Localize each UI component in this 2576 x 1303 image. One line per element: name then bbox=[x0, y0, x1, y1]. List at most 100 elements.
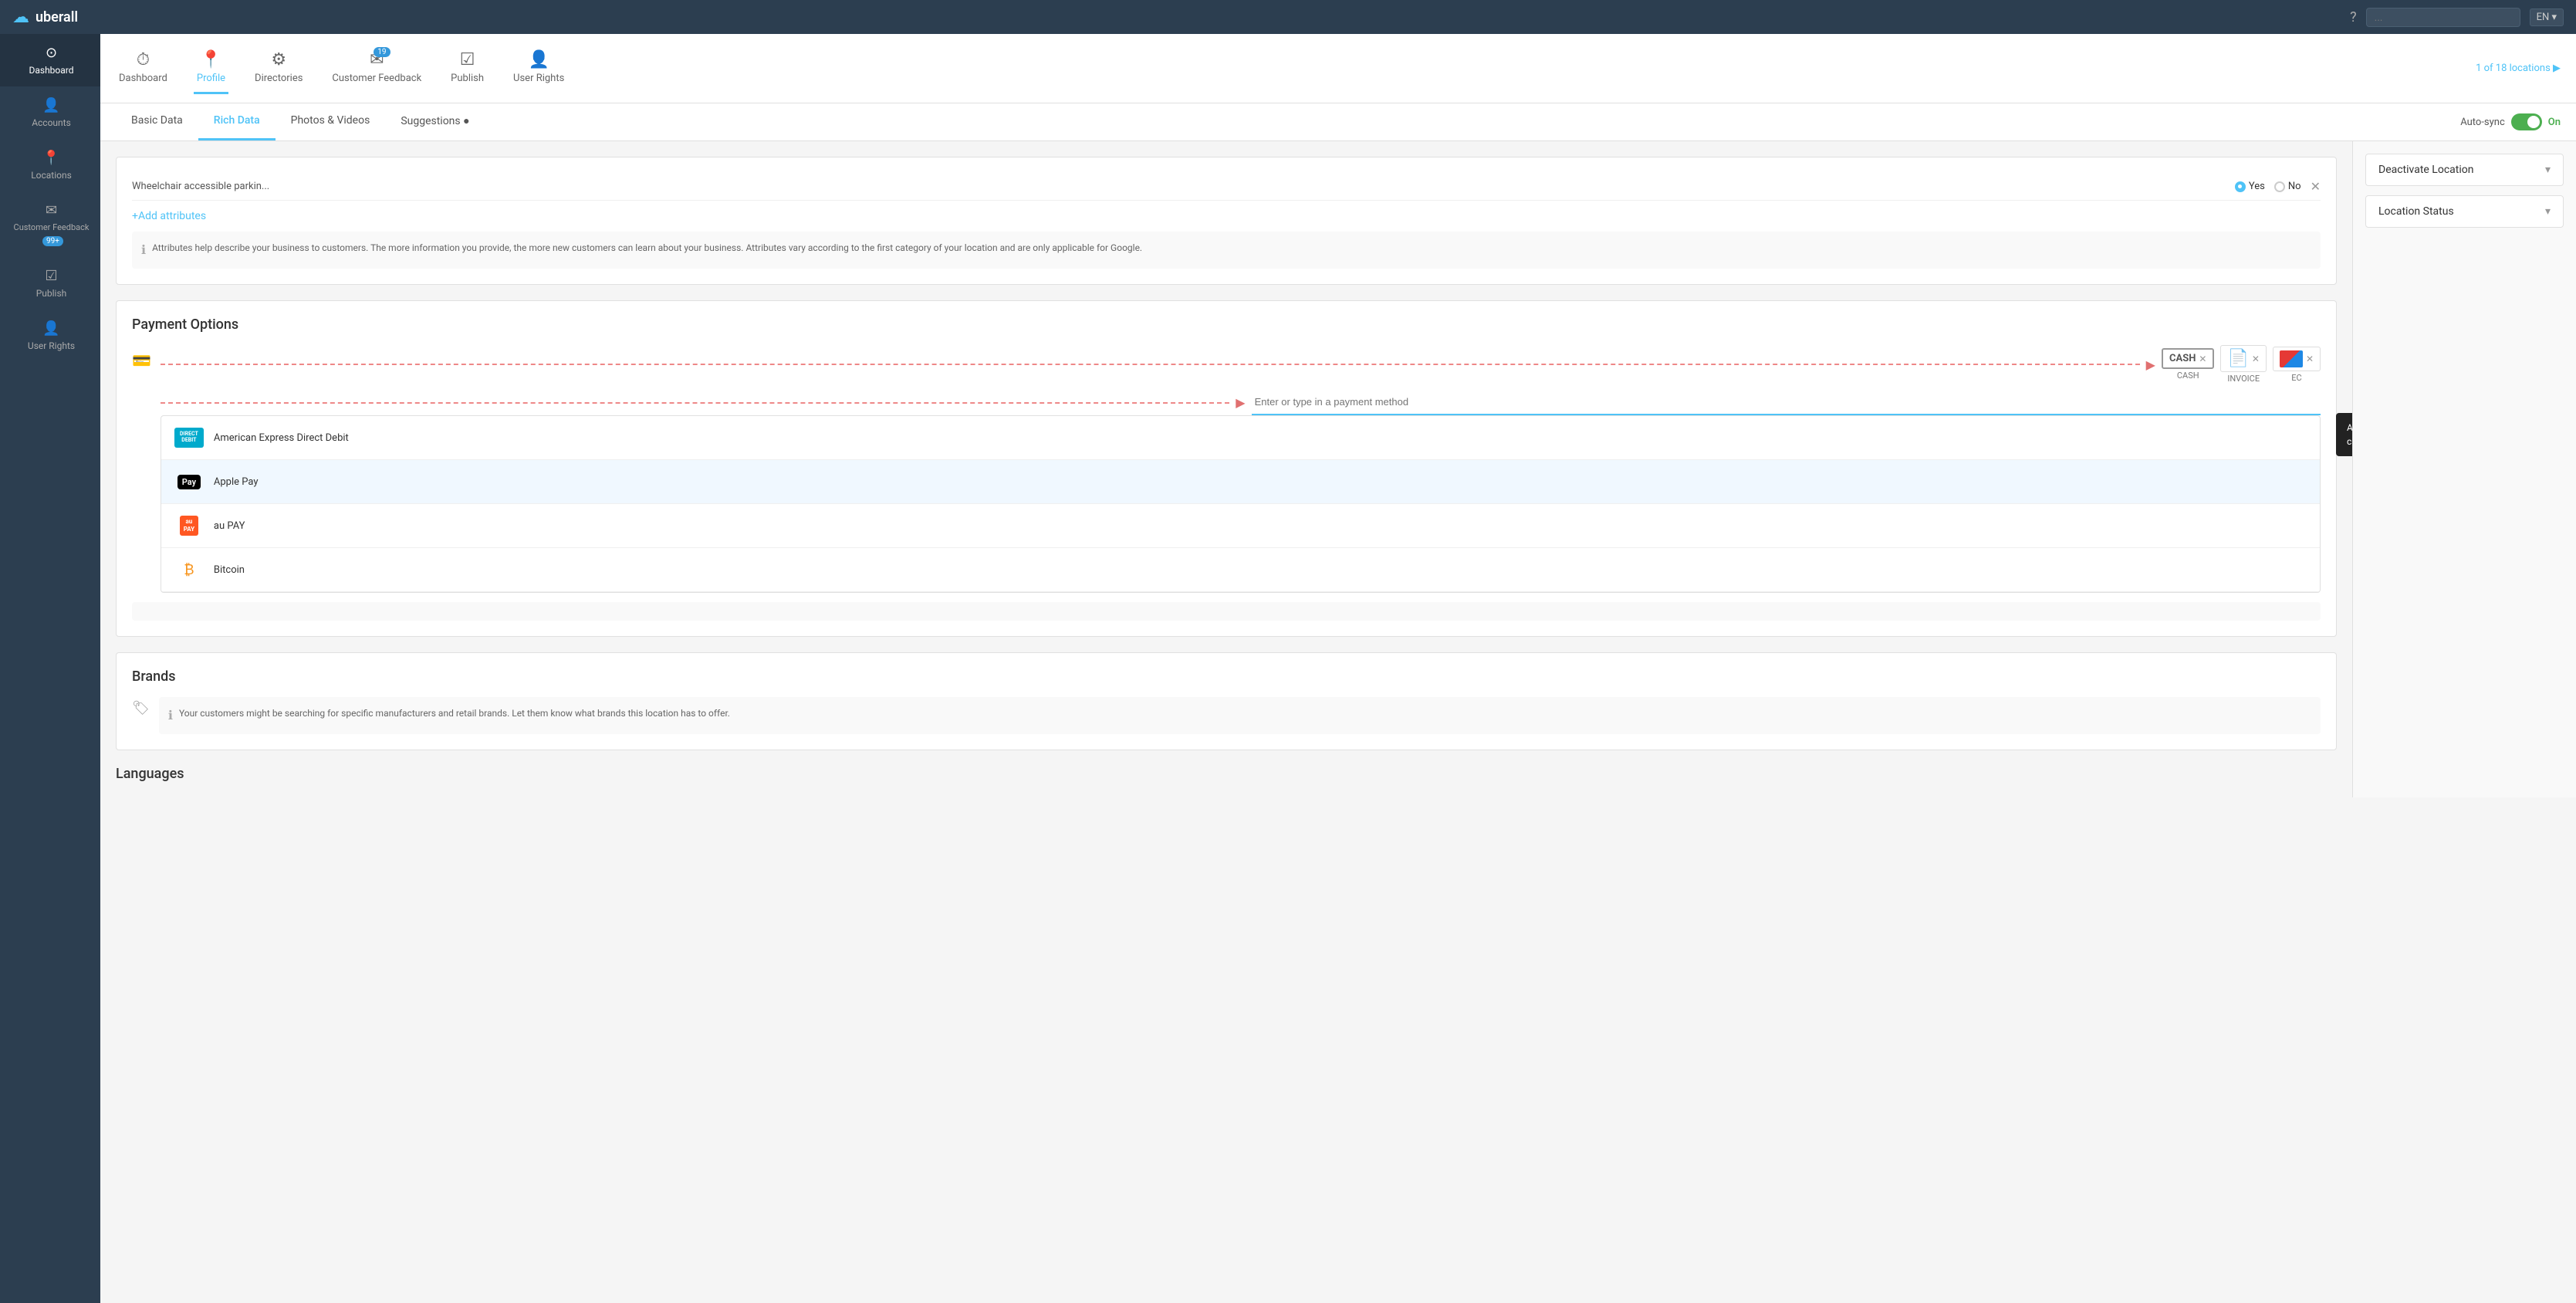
location-status-item[interactable]: Location Status ▾ bbox=[2365, 195, 2564, 228]
user-rights-icon: 👤 bbox=[42, 320, 59, 337]
top-bar-left: ☁ uberall bbox=[12, 8, 78, 27]
sidebar-item-label-dashboard: Dashboard bbox=[29, 65, 73, 76]
payment-tooltip: Add payment options customers can use at… bbox=[2336, 413, 2352, 456]
cash-chip-inner[interactable]: CASH ✕ bbox=[2162, 348, 2215, 369]
right-panel: Deactivate Location ▾ Location Status ▾ bbox=[2352, 141, 2576, 797]
radio-no[interactable]: No bbox=[2274, 181, 2301, 192]
aupay-logo: auPAY bbox=[180, 516, 198, 536]
page-tab-label-photos: Photos & Videos bbox=[291, 114, 370, 127]
auto-sync-control: Auto-sync On bbox=[2460, 113, 2561, 130]
feedback-badge: 99+ bbox=[42, 236, 63, 246]
payment-options-card: Payment Options 💳 ▶ bbox=[116, 300, 2337, 637]
top-bar: ☁ uberall ? EN ▾ bbox=[0, 0, 2576, 34]
dropdown-label-bitcoin: Bitcoin bbox=[214, 564, 245, 576]
payment-info-box bbox=[132, 602, 2321, 621]
tab-dashboard[interactable]: ⏱ Dashboard bbox=[116, 42, 171, 94]
payment-chips-container: ▶ CASH ✕ CASH bbox=[161, 345, 2321, 593]
sidebar-item-user-rights[interactable]: 👤 User Rights bbox=[0, 310, 100, 362]
top-bar-right: ? EN ▾ bbox=[2350, 8, 2564, 27]
invoice-icon: 📄 bbox=[2227, 349, 2248, 368]
invoice-chip-inner[interactable]: 📄 ✕ bbox=[2220, 345, 2266, 372]
deactivate-location-label: Deactivate Location bbox=[2378, 164, 2473, 176]
brands-title: Brands bbox=[132, 668, 2321, 685]
cash-remove-button[interactable]: ✕ bbox=[2199, 354, 2206, 364]
brands-card: Brands 🏷 ℹ Your customers might be searc… bbox=[116, 652, 2337, 750]
ec-sublabel: EC bbox=[2291, 373, 2301, 383]
auto-sync-toggle[interactable] bbox=[2511, 113, 2542, 130]
tab-directories[interactable]: ⚙ Directories bbox=[252, 42, 306, 94]
page-tab-basic-data[interactable]: Basic Data bbox=[116, 103, 198, 140]
sidebar-item-accounts[interactable]: 👤 Accounts bbox=[0, 86, 100, 139]
applepay-icon-wrapper: Pay bbox=[174, 471, 205, 492]
feedback-tab-badge: 19 bbox=[374, 47, 390, 57]
payment-chips-list: CASH ✕ CASH 📄 ✕ bbox=[2162, 345, 2321, 384]
radio-yes[interactable]: Yes bbox=[2235, 181, 2265, 192]
radio-circle-yes bbox=[2235, 181, 2246, 192]
tab-publish[interactable]: ☑ Publish bbox=[448, 42, 487, 94]
tab-label-user-rights: User Rights bbox=[513, 73, 564, 84]
cash-sublabel: CASH bbox=[2177, 371, 2199, 381]
tab-user-rights[interactable]: 👤 User Rights bbox=[510, 42, 567, 94]
tab-profile[interactable]: 📍 Profile bbox=[194, 42, 228, 94]
amex-icon-wrapper: DIRECTDEBIT bbox=[174, 427, 205, 448]
dashed-row-1: ▶ CASH ✕ CASH bbox=[161, 345, 2321, 384]
payment-dropdown: DIRECTDEBIT American Express Direct Debi… bbox=[161, 415, 2321, 593]
user-rights-tab-icon: 👤 bbox=[528, 50, 549, 69]
payment-card-icon: 💳 bbox=[132, 351, 151, 370]
radio-circle-no bbox=[2274, 181, 2285, 192]
dropdown-item-applepay[interactable]: Pay Apple Pay bbox=[161, 460, 2320, 504]
sidebar-item-customer-feedback[interactable]: ✉ Customer Feedback 99+ bbox=[0, 191, 100, 257]
payment-chip-ec: ✕ EC bbox=[2273, 347, 2321, 383]
page-tab-label-basic-data: Basic Data bbox=[131, 114, 183, 127]
page-tab-suggestions[interactable]: Suggestions ● bbox=[385, 103, 485, 140]
locations-info[interactable]: 1 of 18 locations ▶ bbox=[2476, 63, 2561, 74]
page-tab-list: Basic Data Rich Data Photos & Videos Sug… bbox=[116, 103, 485, 140]
auto-sync-state: On bbox=[2548, 117, 2561, 128]
language-selector[interactable]: EN ▾ bbox=[2530, 8, 2564, 26]
location-status-label: Location Status bbox=[2378, 205, 2454, 218]
sidebar-item-locations[interactable]: 📍 Locations bbox=[0, 139, 100, 191]
nav-tabs: ⏱ Dashboard 📍 Profile ⚙ Directories ✉ 1 bbox=[116, 42, 567, 94]
brands-info-icon: ℹ bbox=[168, 706, 173, 725]
cash-label: CASH bbox=[2169, 353, 2196, 364]
tab-label-dashboard: Dashboard bbox=[119, 73, 167, 84]
search-input[interactable] bbox=[2366, 8, 2520, 27]
deactivate-location-item[interactable]: Deactivate Location ▾ bbox=[2365, 154, 2564, 186]
dropdown-item-aupay[interactable]: auPAY au PAY bbox=[161, 504, 2320, 548]
attribute-close-button[interactable]: ✕ bbox=[2311, 179, 2321, 194]
brands-row: 🏷 ℹ Your customers might be searching fo… bbox=[132, 697, 2321, 734]
dashed-arrow-icon-2: ▶ bbox=[1236, 395, 1245, 410]
brands-info-text: Your customers might be searching for sp… bbox=[179, 706, 730, 725]
sidebar-item-dashboard[interactable]: ⊙ Dashboard bbox=[0, 34, 100, 86]
brands-tag-icon: 🏷 bbox=[132, 700, 150, 716]
invoice-remove-button[interactable]: ✕ bbox=[2252, 354, 2260, 364]
payment-icon-area: 💳 ▶ CASH ✕ bbox=[132, 345, 2321, 593]
aupay-icon-wrapper: auPAY bbox=[174, 515, 205, 536]
dropdown-label-applepay: Apple Pay bbox=[214, 476, 259, 488]
customer-feedback-icon: ✉ bbox=[46, 202, 57, 218]
dropdown-item-amex[interactable]: DIRECTDEBIT American Express Direct Debi… bbox=[161, 416, 2320, 460]
publish-icon: ☑ bbox=[45, 268, 57, 284]
content-area: Wheelchair accessible parkin... Yes No ✕ bbox=[100, 141, 2576, 797]
info-icon: ℹ bbox=[141, 241, 146, 259]
secondary-nav: ⏱ Dashboard 📍 Profile ⚙ Directories ✉ 1 bbox=[100, 34, 2576, 103]
radio-no-label: No bbox=[2288, 181, 2301, 192]
invoice-sublabel: INVOICE bbox=[2227, 374, 2260, 384]
page-tab-photos-videos[interactable]: Photos & Videos bbox=[276, 103, 386, 140]
tab-customer-feedback[interactable]: ✉ 19 Customer Feedback bbox=[329, 42, 424, 94]
help-button[interactable]: ? bbox=[2350, 9, 2357, 25]
sidebar-item-label-accounts: Accounts bbox=[32, 117, 71, 128]
dashed-row-2: ▶ Add payment options customers can use … bbox=[161, 390, 2321, 415]
directories-tab-icon: ⚙ bbox=[271, 50, 286, 69]
page-tab-rich-data[interactable]: Rich Data bbox=[198, 103, 276, 140]
sidebar-item-label-locations: Locations bbox=[31, 170, 72, 181]
sidebar-item-publish[interactable]: ☑ Publish bbox=[0, 257, 100, 310]
dropdown-item-bitcoin[interactable]: ₿ Bitcoin bbox=[161, 548, 2320, 592]
add-attributes-button[interactable]: +Add attributes bbox=[132, 210, 2321, 222]
ec-remove-button[interactable]: ✕ bbox=[2306, 354, 2314, 364]
radio-group-wheelchair: Yes No ✕ bbox=[2235, 179, 2321, 194]
ec-chip-inner[interactable]: ✕ bbox=[2273, 347, 2321, 371]
attributes-info-box: ℹ Attributes help describe your business… bbox=[132, 232, 2321, 269]
tab-label-publish: Publish bbox=[451, 73, 484, 84]
payment-method-input[interactable] bbox=[1252, 390, 2321, 415]
